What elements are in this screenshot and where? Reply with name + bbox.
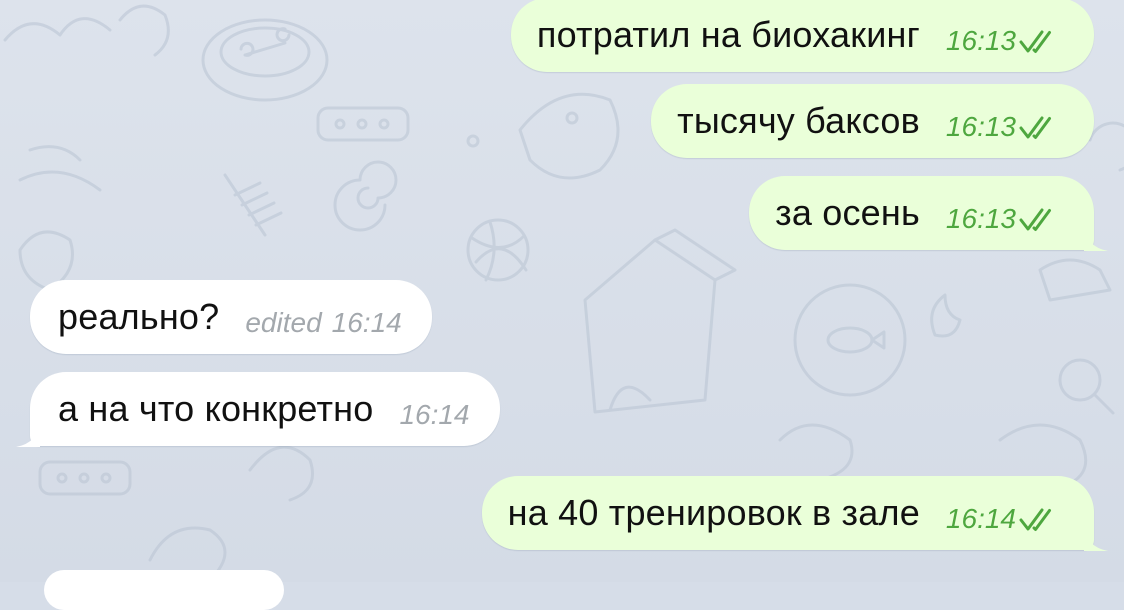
message-bubble-incoming-partial[interactable] (44, 570, 284, 610)
message-bubble-outgoing[interactable]: за осень 16:13 (749, 176, 1108, 251)
message-meta: 16:13 (946, 25, 1060, 57)
message-text: на 40 тренировок в зале (507, 492, 920, 533)
read-double-check-icon (1019, 116, 1051, 139)
message-text: за осень (775, 192, 920, 233)
message-bubble-outgoing[interactable]: на 40 тренировок в зале 16:14 (481, 476, 1108, 551)
bubble-tail (16, 421, 40, 447)
message-bubble-incoming[interactable]: а на что конкретно 16:14 (16, 372, 500, 447)
read-double-check-icon (1019, 508, 1051, 531)
read-double-check-icon (1019, 30, 1051, 53)
message-meta: 16:14 (946, 503, 1060, 535)
message-meta: 16:14 (399, 399, 469, 431)
message-time: 16:13 (945, 25, 1016, 56)
message-list: потратил на биохакинг 16:13 тысячу баксо… (0, 0, 1124, 610)
message-bubble-outgoing[interactable]: потратил на биохакинг 16:13 (510, 0, 1094, 72)
message-time: 16:14 (945, 503, 1016, 534)
message-bubble-incoming[interactable]: реально? edited 16:14 (30, 280, 432, 354)
message-meta: edited 16:14 (245, 307, 401, 339)
message-text: потратил на биохакинг (536, 14, 920, 55)
bubble-tail (1084, 225, 1108, 251)
edited-label: edited (245, 307, 322, 338)
message-text: реально? (58, 296, 220, 337)
message-time: 16:14 (399, 399, 470, 430)
message-text: а на что конкретно (58, 388, 374, 429)
message-meta: 16:13 (946, 111, 1060, 143)
message-time: 16:13 (945, 111, 1016, 142)
message-time: 16:13 (945, 203, 1016, 234)
message-text: тысячу баксов (677, 100, 920, 141)
message-bubble-outgoing[interactable]: тысячу баксов 16:13 (651, 84, 1094, 158)
message-meta: 16:13 (946, 203, 1060, 235)
message-time: 16:14 (331, 307, 402, 338)
read-double-check-icon (1019, 208, 1051, 231)
bubble-tail (1084, 525, 1108, 551)
